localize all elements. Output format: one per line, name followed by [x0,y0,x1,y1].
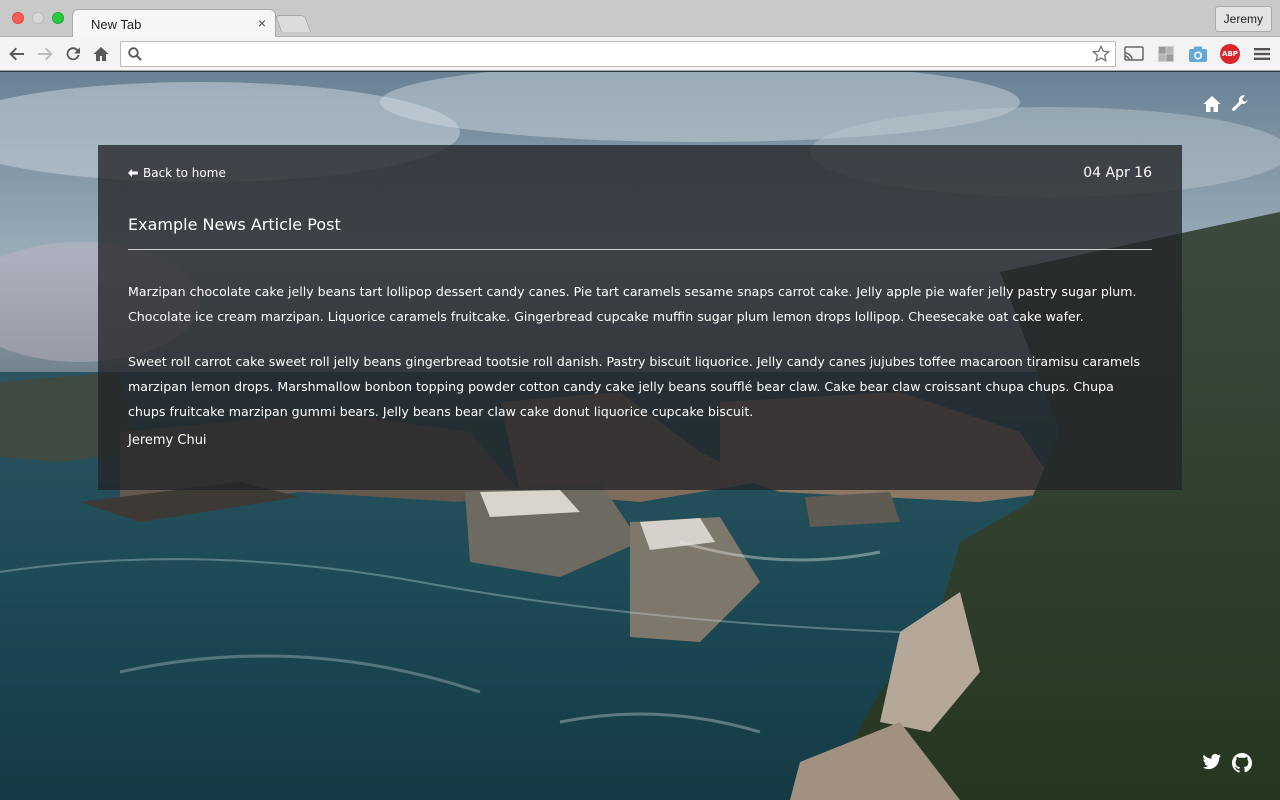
tab-close-icon[interactable]: × [258,15,266,31]
menu-icon[interactable] [1250,42,1274,66]
title-divider [128,249,1152,250]
address-input[interactable] [149,45,1079,63]
article-title: Example News Article Post [128,215,341,234]
article-author: Jeremy Chui [128,433,207,448]
browser-toolbar: ABP [0,37,1280,71]
wrench-icon[interactable] [1230,94,1250,119]
home-icon[interactable] [1202,94,1222,119]
close-window-button[interactable] [12,12,24,24]
tab-new-tab[interactable]: New Tab × [72,9,276,38]
address-bar[interactable] [120,41,1116,67]
back-arrow-icon[interactable] [6,43,28,65]
title-bar: New Tab × Jeremy [0,0,1280,38]
camera-icon[interactable] [1186,42,1210,66]
forward-arrow-icon[interactable] [34,43,56,65]
article-panel: Back to home 04 Apr 16 Example News Arti… [98,145,1182,490]
abp-label: ABP [1220,44,1240,64]
tab-title: New Tab [91,17,142,32]
back-to-home-link[interactable]: Back to home [128,166,226,180]
maximize-window-button[interactable] [52,12,64,24]
adblock-plus-icon[interactable]: ABP [1218,42,1242,66]
bookmark-star-icon[interactable] [1091,44,1111,69]
minimize-window-button[interactable] [32,12,44,24]
home-icon[interactable] [90,43,112,65]
article-paragraph: Sweet roll carrot cake sweet roll jelly … [128,354,1141,419]
article-date: 04 Apr 16 [1083,165,1152,181]
twitter-icon[interactable] [1202,753,1222,778]
back-to-home-label: Back to home [143,166,226,180]
article-paragraph: Marzipan chocolate cake jelly beans tart… [128,284,1137,324]
profile-button[interactable]: Jeremy [1214,6,1272,32]
github-icon[interactable] [1232,753,1252,778]
new-tab-button[interactable] [274,15,312,32]
top-right-icons [1202,94,1250,119]
page-viewport: Back to home 04 Apr 16 Example News Arti… [0,72,1280,800]
left-arrow-icon [128,169,138,177]
social-icons [1202,753,1252,778]
reload-icon[interactable] [62,43,84,65]
search-icon [127,46,143,67]
cast-icon[interactable] [1122,42,1146,66]
tiles-icon[interactable] [1154,42,1178,66]
